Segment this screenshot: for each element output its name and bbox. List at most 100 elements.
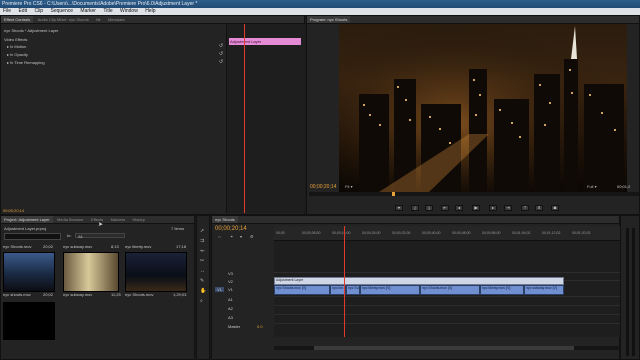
ruler-tick: 00;00;16;00 xyxy=(332,231,351,235)
ec-playhead[interactable] xyxy=(244,24,245,213)
ruler-tick: 00;00;40;00 xyxy=(422,231,441,235)
ruler-tick: 00;00;56;00 xyxy=(482,231,501,235)
linked-selection-icon[interactable]: ⚭ xyxy=(230,234,233,239)
add-marker-icon[interactable]: ▾ xyxy=(240,234,242,239)
menu-edit[interactable]: Edit xyxy=(18,8,27,15)
clip-v1[interactable]: nyc Shoots.mov [V] xyxy=(274,285,330,295)
menu-clip[interactable]: Clip xyxy=(34,8,43,15)
timeline-panel: nyc Shoots 00;00;20;14 ∩ ⚭ ▾ ⚙ 00;00 00;… xyxy=(211,215,620,360)
timeline-timecode[interactable]: 00;00;20;14 xyxy=(215,226,247,232)
thumb-duration: 20;02 xyxy=(43,244,54,249)
zoom-select[interactable]: Fit ▾ xyxy=(345,184,353,189)
menu-title[interactable]: Title xyxy=(103,8,112,15)
timeline-scrollbar-thumb[interactable] xyxy=(314,346,574,350)
title-bar: Premiere Pro CS6 - C:\Users\...\Document… xyxy=(0,0,640,8)
timeline-playhead[interactable] xyxy=(344,226,345,337)
reset-icon[interactable]: ↺ xyxy=(219,43,223,49)
quality-select[interactable]: Full ▾ xyxy=(587,184,597,189)
clip-v1[interactable]: nyc Subway xyxy=(346,285,360,295)
export-frame-button[interactable]: ◙ xyxy=(551,205,559,211)
source-patch-v1[interactable]: V1 xyxy=(215,287,224,292)
thumb-nyc-subway[interactable] xyxy=(63,252,119,292)
zoom-tool-icon[interactable]: ⌕ xyxy=(200,298,203,304)
tab-history[interactable]: History xyxy=(129,216,147,223)
go-to-out-button[interactable]: ⇥ xyxy=(504,205,512,211)
ripple-edit-tool-icon[interactable]: ⟛ xyxy=(200,248,205,254)
menu-sequence[interactable]: Sequence xyxy=(50,8,73,15)
reset-icon[interactable]: ↺ xyxy=(219,51,223,57)
tab-markers[interactable]: Markers xyxy=(108,216,128,223)
play-button[interactable]: ▶ xyxy=(472,205,480,211)
menu-help[interactable]: Help xyxy=(145,8,155,15)
track-select-tool-icon[interactable]: ⇉ xyxy=(200,238,204,244)
go-to-in-button[interactable]: ⇤ xyxy=(441,205,449,211)
clip-v1[interactable]: nyc Shoots.mov [V] xyxy=(420,285,480,295)
time-ruler[interactable]: 00;00 00;00;08;00 00;00;16;00 00;00;24;0… xyxy=(274,226,620,241)
tab-audio-clip-mixer[interactable]: Audio Clip Mixer: nyc Shoots xyxy=(35,16,92,23)
audio-meters-panel xyxy=(620,215,640,360)
lift-button[interactable]: ⇡ xyxy=(521,205,529,211)
thumb-caption: nyc subway.mov xyxy=(63,244,93,249)
project-search-input[interactable] xyxy=(4,233,61,240)
step-forward-button[interactable]: ▸ xyxy=(489,205,497,211)
settings-wrench-icon[interactable]: ⚙ xyxy=(250,234,254,239)
menu-window[interactable]: Window xyxy=(120,8,138,15)
effect-motion[interactable]: ▸ fx Motion xyxy=(7,43,26,50)
track-v1[interactable]: V1 xyxy=(228,287,233,292)
mark-in-button[interactable]: { xyxy=(411,205,419,211)
window-title: Premiere Pro CS6 - C:\Users\...\Document… xyxy=(2,1,198,7)
effect-time-remapping[interactable]: ▸ fx Time Remapping xyxy=(7,59,45,66)
program-playhead[interactable] xyxy=(392,192,395,196)
thumb-caption: nyc liberty.mov xyxy=(125,244,152,249)
program-timecode[interactable]: 00;00;20;14 xyxy=(310,184,336,190)
effect-opacity[interactable]: ▸ fx Opacity xyxy=(7,51,28,58)
tab-effect-controls[interactable]: Effect Controls xyxy=(1,16,34,23)
track-a1[interactable]: A1 xyxy=(228,297,233,302)
ruler-tick: 00;00 xyxy=(276,231,285,235)
clip-adjustment-layer[interactable]: Adjustment Layer xyxy=(274,277,564,285)
audio-meter-left xyxy=(626,228,629,356)
clip-v1[interactable]: nyc subway.mov [V] xyxy=(524,285,564,295)
project-panel: Project: Adjustment Layer Media Browser … xyxy=(0,215,195,360)
snap-icon[interactable]: ∩ xyxy=(218,234,221,239)
program-tabs: Program: nyc Shoots xyxy=(307,16,639,24)
tab-sequence[interactable]: nyc Shoots xyxy=(212,216,238,223)
master-volume[interactable]: 0.0 xyxy=(257,324,263,329)
menu-marker[interactable]: Marker xyxy=(80,8,96,15)
thumb-duration: 11;25 xyxy=(111,292,121,297)
mark-out-button[interactable]: } xyxy=(425,205,433,211)
program-scrubber[interactable] xyxy=(309,192,639,196)
in-filter-select[interactable]: All xyxy=(75,233,125,239)
reset-icon[interactable]: ↺ xyxy=(219,59,223,65)
tracks-area[interactable]: Adjustment Layer nyc Shoots.mov [V] nyc … xyxy=(274,226,620,337)
thumb-nyc-shoots[interactable] xyxy=(3,252,55,292)
razor-tool-icon[interactable]: ✂ xyxy=(200,258,204,264)
extract-button[interactable]: ⇞ xyxy=(535,205,543,211)
tab-program[interactable]: Program: nyc Shoots xyxy=(307,16,351,23)
slip-tool-icon[interactable]: ↔ xyxy=(200,268,205,274)
menu-bar: File Edit Clip Sequence Marker Title Win… xyxy=(0,8,640,15)
pen-tool-icon[interactable]: ✎ xyxy=(200,278,204,284)
track-a2[interactable]: A2 xyxy=(228,306,233,311)
mouse-cursor-icon: ➤ xyxy=(98,222,104,228)
ec-clip-bar[interactable]: Adjustment Layer xyxy=(229,38,301,45)
tab-mt[interactable]: Mt xyxy=(93,16,103,23)
clip-v1[interactable]: nyc liberty.mov [V] xyxy=(360,285,420,295)
timeline-scrollbar[interactable] xyxy=(274,346,620,350)
track-v3[interactable]: V3 xyxy=(228,271,233,276)
track-v2[interactable]: V2 xyxy=(228,279,233,284)
tab-media-browser[interactable]: Media Browser xyxy=(54,216,87,223)
thumb-caption: nyc Shoots.mov xyxy=(125,292,154,297)
selection-tool-icon[interactable]: ➚ xyxy=(200,228,204,234)
tab-project[interactable]: Project: Adjustment Layer xyxy=(1,216,53,223)
tab-metadata[interactable]: Metadata xyxy=(105,16,128,23)
step-back-button[interactable]: ◂ xyxy=(455,205,463,211)
track-a3[interactable]: A3 xyxy=(228,315,233,320)
thumb-nyc-liberty[interactable] xyxy=(125,252,187,292)
hand-tool-icon[interactable]: ✋ xyxy=(200,288,206,294)
program-video-frame xyxy=(339,24,627,192)
thumb-black-video[interactable] xyxy=(3,302,55,340)
clip-v1[interactable]: nyc liberty.mov [V] xyxy=(480,285,524,295)
add-marker-button[interactable]: ▾ xyxy=(395,205,403,211)
menu-file[interactable]: File xyxy=(3,8,11,15)
